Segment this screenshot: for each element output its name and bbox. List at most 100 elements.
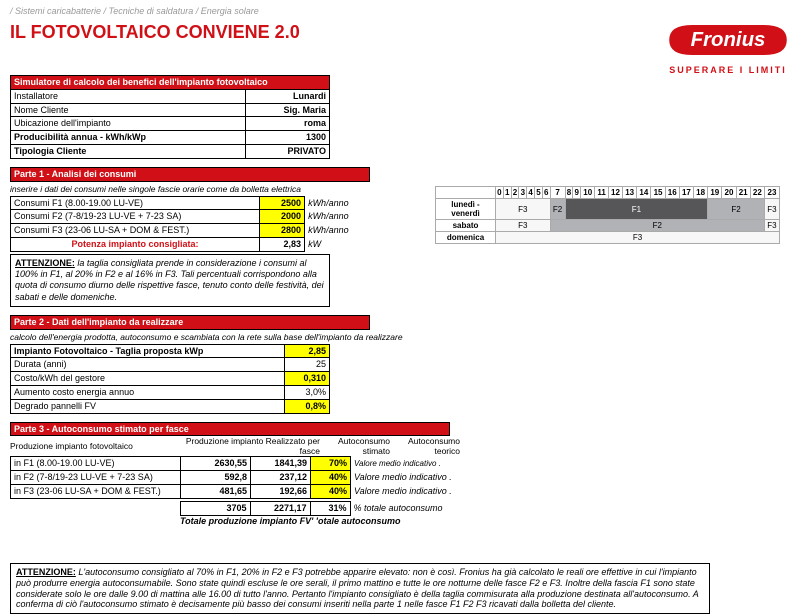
- p3-totn: % totale autoconsumo: [350, 501, 590, 515]
- hour-11: 11: [595, 187, 609, 199]
- p3-totc: 31%: [310, 501, 350, 515]
- p2-r2v: 25: [285, 358, 330, 372]
- hour-12: 12: [608, 187, 622, 199]
- f3-cell-b: F3: [764, 199, 779, 220]
- full-warning-box: ATTENZIONE: L'autoconsumo consigliato al…: [10, 563, 710, 614]
- p3-r1a: 2630,55: [181, 457, 251, 471]
- inst-value: Lunardi: [246, 89, 330, 103]
- f3-cell-e: F3: [496, 232, 780, 244]
- sim-header: Simulatore di calcolo dei benefici dell'…: [11, 76, 330, 90]
- p1-potv: 2,83: [260, 237, 305, 251]
- parte3-section: Parte 3 - Autoconsumo stimato per fasce …: [10, 422, 420, 526]
- hour-20: 20: [722, 187, 736, 199]
- fronius-logo-icon: Fronius: [668, 22, 788, 58]
- p1-note: inserire i dati dei consumi nelle singol…: [10, 184, 420, 194]
- p3-r1c: 70%: [311, 457, 351, 471]
- p1-r2v: 2000: [260, 210, 305, 224]
- p3-r3a: 481,65: [181, 484, 251, 498]
- p1-att: ATTENZIONE:: [15, 258, 75, 268]
- p3-r2l: in F2 (7-8/19-23 LU-VE + 7-23 SA): [11, 471, 181, 485]
- logo-tagline: SUPERARE I LIMITI: [668, 65, 788, 75]
- tip-value: PRIVATO: [246, 144, 330, 158]
- p2-r5v: 0,8%: [285, 399, 330, 413]
- hour-22: 22: [750, 187, 764, 199]
- p3-header: Parte 3 - Autoconsumo stimato per fasce: [11, 422, 450, 436]
- p3-c4: Autoconsumo teorico: [390, 436, 460, 456]
- p3-vm2: Valore medio indicativo .: [351, 471, 590, 485]
- parte2-section: Parte 2 - Dati dell'impianto da realizza…: [10, 315, 420, 414]
- nome-label: Nome Cliente: [11, 103, 246, 117]
- p3-r1l: in F1 (8.00-19.00 LU-VE): [11, 457, 181, 471]
- p2-header: Parte 2 - Dati dell'impianto da realizza…: [11, 315, 370, 329]
- p3-r3b: 192,66: [251, 484, 311, 498]
- hour-6: 6: [542, 187, 550, 199]
- p2-r2l: Durata (anni): [11, 358, 285, 372]
- p1-potu: kW: [305, 237, 370, 251]
- p3-r3l: in F3 (23-06 LU-SA + DOM & FEST.): [11, 484, 181, 498]
- hour-0: 0: [496, 187, 504, 199]
- p1-r3v: 2800: [260, 224, 305, 238]
- hour-18: 18: [694, 187, 708, 199]
- page-title: IL FOTOVOLTAICO CONVIENE 2.0: [10, 22, 300, 43]
- p1-r1l: Consumi F1 (8.00-19.00 LU-VE): [11, 196, 260, 210]
- hour-21: 21: [736, 187, 750, 199]
- prod-value: 1300: [246, 131, 330, 145]
- f3-cell: F3: [496, 199, 551, 220]
- time-row2: sabato: [436, 220, 496, 232]
- p3-r3c: 40%: [311, 484, 351, 498]
- time-row1: lunedì - venerdì: [436, 199, 496, 220]
- hour-3: 3: [519, 187, 527, 199]
- tip-label: Tipologia Cliente: [11, 144, 246, 158]
- f2-cell: F2: [550, 199, 565, 220]
- prod-label: Producibilità annua - kWh/kWp: [11, 131, 246, 145]
- p3-r1b: 1841,39: [251, 457, 311, 471]
- hour-1: 1: [503, 187, 511, 199]
- hour-19: 19: [708, 187, 722, 199]
- p2-r4l: Aumento costo energia annuo: [11, 385, 285, 399]
- p2-note: calcolo dell'energia prodotta, autoconsu…: [10, 332, 420, 342]
- p2-r5l: Degrado pannelli FV: [11, 399, 285, 413]
- p3-totlbl: Totale produzione impianto FV' 'otale au…: [180, 516, 420, 526]
- warnfull-text: L'autoconsumo consigliato al 70% in F1, …: [16, 567, 698, 609]
- hour-9: 9: [573, 187, 581, 199]
- p2-r3v: 0,310: [285, 372, 330, 386]
- time-fasce-table: 01234567891011121314151617181920212223 l…: [435, 186, 780, 244]
- p3-vm3: Valore medio indicativo .: [351, 484, 590, 498]
- p2-r1v: 2,85: [285, 344, 330, 358]
- svg-text:Fronius: Fronius: [691, 29, 766, 51]
- p1-r2l: Consumi F2 (7-8/19-23 LU-VE + 7-23 SA): [11, 210, 260, 224]
- f2-cell-b: F2: [708, 199, 765, 220]
- hour-8: 8: [565, 187, 573, 199]
- p3-r2c: 40%: [311, 471, 351, 485]
- hour-23: 23: [764, 187, 779, 199]
- parte1-section: Parte 1 - Analisi dei consumi inserire i…: [10, 167, 420, 307]
- f2-cell-c: F2: [550, 220, 764, 232]
- ubic-label: Ubicazione dell'impianto: [11, 117, 246, 131]
- att2: ATTENZIONE:: [16, 567, 76, 577]
- hour-4: 4: [527, 187, 535, 199]
- hour-14: 14: [637, 187, 651, 199]
- p1-u3: kWh/anno: [305, 224, 370, 238]
- f3-cell-d: F3: [764, 220, 779, 232]
- p1-header: Parte 1 - Analisi dei consumi: [11, 167, 370, 181]
- p3-c3: Autoconsumo stimato: [320, 436, 390, 456]
- p3-c2: Produzione impianto Realizzato per fasce: [180, 436, 320, 456]
- hour-13: 13: [623, 187, 637, 199]
- logo-area: Fronius SUPERARE I LIMITI: [668, 22, 788, 75]
- hour-15: 15: [651, 187, 665, 199]
- p3-totb: 2271,17: [250, 501, 310, 515]
- p1-warning-box: ATTENZIONE: la taglia consigliata prende…: [10, 254, 330, 307]
- inst-label: Installatore: [11, 89, 246, 103]
- hour-17: 17: [679, 187, 693, 199]
- p1-u2: kWh/anno: [305, 210, 370, 224]
- p3-vm1: Valore medio indicativo .: [351, 457, 590, 471]
- breadcrumb: / Sistemi caricabatterie / Tecniche di s…: [10, 6, 788, 16]
- p1-r1v: 2500: [260, 196, 305, 210]
- f1-cell: F1: [565, 199, 708, 220]
- p3-r2b: 237,12: [251, 471, 311, 485]
- p1-u1: kWh/anno: [305, 196, 370, 210]
- nome-value: Sig. Maria: [246, 103, 330, 117]
- p3-c1: Produzione impianto fotovoltaico: [10, 436, 180, 456]
- hour-5: 5: [535, 187, 543, 199]
- p2-r4v: 3,0%: [285, 385, 330, 399]
